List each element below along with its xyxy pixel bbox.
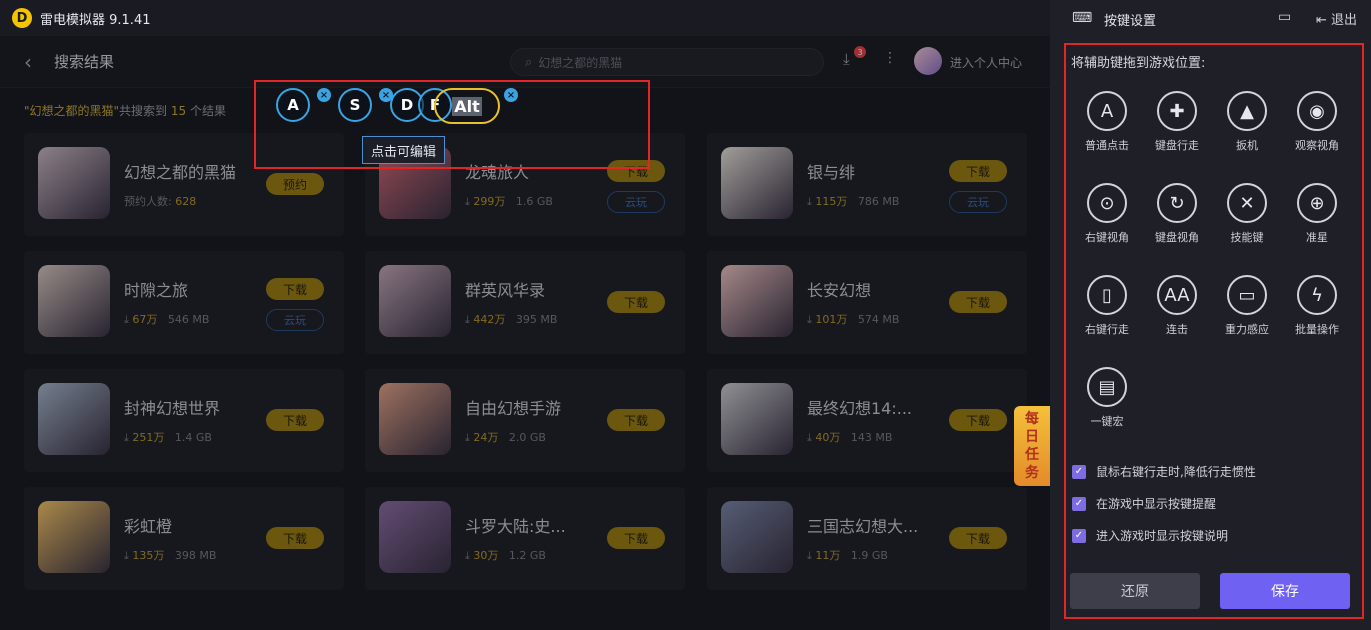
key-tool-macro[interactable]: ▤ 一键宏 <box>1076 367 1138 429</box>
key-tool-label: 右键行走 <box>1085 323 1129 336</box>
panel-instruction: 将辅助键拖到游戏位置: <box>1071 56 1206 71</box>
key-tool-gravity[interactable]: ▭ 重力感应 <box>1216 275 1278 337</box>
rotate-view-icon: ⊙ <box>1087 183 1127 223</box>
bolt-icon: ϟ <box>1297 275 1337 315</box>
key-tool-label: 一键宏 <box>1090 415 1124 428</box>
key-alt-remove-icon[interactable]: × <box>504 88 518 102</box>
key-a-button[interactable]: A <box>276 88 310 122</box>
key-alt-label: Alt <box>452 96 482 116</box>
key-tool-label: 重力感应 <box>1225 323 1269 336</box>
key-tool-combo[interactable]: AA 连击 <box>1146 275 1208 337</box>
key-tool-tap[interactable]: A 普通点击 <box>1076 91 1138 153</box>
app-title: 雷电模拟器 9.1.41 <box>40 12 151 28</box>
key-tool-rotate-view[interactable]: ⊙ 右键视角 <box>1076 183 1138 245</box>
option-label: 在游戏中显示按键提醒 <box>1096 497 1217 511</box>
option-checkbox[interactable]: ✓ 在游戏中显示按键提醒 <box>1072 495 1216 512</box>
gravity-icon: ▭ <box>1227 275 1267 315</box>
key-tool-label: 技能键 <box>1230 231 1264 244</box>
folder-icon[interactable]: ▭ <box>1278 9 1291 25</box>
daily-task-char: 任 <box>1025 447 1039 463</box>
key-tool-label: 批量操作 <box>1295 323 1339 336</box>
key-tool-label: 连击 <box>1166 323 1188 336</box>
reset-button[interactable]: 还原 <box>1070 573 1200 609</box>
crosshair-icon: ⊕ <box>1297 183 1337 223</box>
combo-icon: AA <box>1157 275 1197 315</box>
checkbox-checked-icon[interactable]: ✓ <box>1072 528 1086 543</box>
dpad-icon: ✚ <box>1157 91 1197 131</box>
option-checkbox[interactable]: ✓ 鼠标右键行走时,降低行走惯性 <box>1072 463 1256 480</box>
key-s-button[interactable]: S <box>338 88 372 122</box>
mouse-icon: ▯ <box>1087 275 1127 315</box>
checkbox-checked-icon[interactable]: ✓ <box>1072 464 1086 479</box>
panel-header: ⌨ 按键设置 ▭ ⇤ 退出 <box>1050 0 1371 36</box>
key-tool-label: 准星 <box>1306 231 1328 244</box>
key-a-remove-icon[interactable]: × <box>317 88 331 102</box>
checkbox-checked-icon[interactable]: ✓ <box>1072 496 1086 511</box>
keyboard-view-icon: ↻ <box>1157 183 1197 223</box>
key-tool-eye[interactable]: ◉ 观察视角 <box>1286 91 1348 153</box>
daily-task-char: 日 <box>1025 429 1039 445</box>
title-bar: D 雷电模拟器 9.1.41 <box>0 0 1050 36</box>
key-settings-panel: ⌨ 按键设置 ▭ ⇤ 退出 将辅助键拖到游戏位置: A 普通点击 ✚ 键盘行走 ▲ 扳机 ◉… <box>1050 0 1371 630</box>
key-tool-label: 普通点击 <box>1085 139 1129 152</box>
key-tool-label: 键盘行走 <box>1155 139 1199 152</box>
option-checkbox[interactable]: ✓ 进入游戏时显示按键说明 <box>1072 527 1228 544</box>
panel-title: 按键设置 <box>1104 14 1157 29</box>
key-tool-label: 右键视角 <box>1085 231 1129 244</box>
key-tool-trigger[interactable]: ▲ 扳机 <box>1216 91 1278 153</box>
daily-task-banner[interactable]: 每 日 任 务 <box>1014 406 1050 486</box>
daily-task-char: 务 <box>1025 465 1039 481</box>
exit-label: 退出 <box>1331 13 1358 28</box>
edit-tooltip: 点击可编辑 <box>362 136 446 164</box>
exit-icon: ⇤ <box>1316 13 1332 28</box>
emulator-main-window: D 雷电模拟器 9.1.41 ‹ 搜索结果 ⌕ 幻想之都的黑猫 ⤓ 3 ⋮ 进入… <box>0 0 1050 630</box>
macro-icon: ▤ <box>1087 367 1127 407</box>
key-tool-label: 键盘视角 <box>1155 231 1199 244</box>
save-button[interactable]: 保存 <box>1220 573 1350 609</box>
trigger-icon: ▲ <box>1227 91 1267 131</box>
key-tool-label: 观察视角 <box>1295 139 1339 152</box>
key-alt-button[interactable]: Alt <box>434 88 500 124</box>
keyboard-icon: ⌨ <box>1072 10 1093 26</box>
tap-icon: A <box>1087 91 1127 131</box>
app-logo-icon: D <box>12 8 32 28</box>
key-tool-mouse[interactable]: ▯ 右键行走 <box>1076 275 1138 337</box>
option-label: 进入游戏时显示按键说明 <box>1096 529 1229 543</box>
option-label: 鼠标右键行走时,降低行走惯性 <box>1096 465 1256 479</box>
sword-icon: ✕ <box>1227 183 1267 223</box>
key-tool-label: 扳机 <box>1236 139 1258 152</box>
key-tool-dpad[interactable]: ✚ 键盘行走 <box>1146 91 1208 153</box>
exit-button[interactable]: ⇤ 退出 <box>1316 9 1357 28</box>
key-tool-sword[interactable]: ✕ 技能键 <box>1216 183 1278 245</box>
daily-task-char: 每 <box>1025 411 1039 427</box>
key-tool-keyboard-view[interactable]: ↻ 键盘视角 <box>1146 183 1208 245</box>
eye-icon: ◉ <box>1297 91 1337 131</box>
key-tools-box: 将辅助键拖到游戏位置: A 普通点击 ✚ 键盘行走 ▲ 扳机 ◉ 观察视角 ⊙ 右键视角 ↻ 键盘视角… <box>1064 43 1364 619</box>
key-tool-crosshair[interactable]: ⊕ 准星 <box>1286 183 1348 245</box>
key-tool-bolt[interactable]: ϟ 批量操作 <box>1286 275 1348 337</box>
